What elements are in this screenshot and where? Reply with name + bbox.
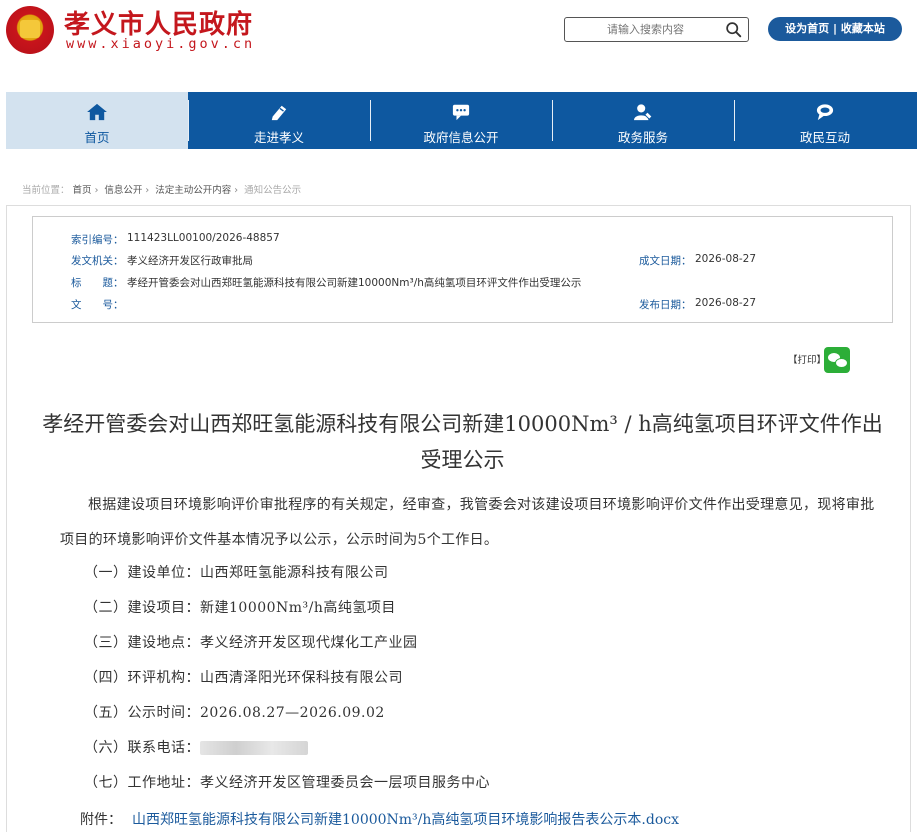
article-intro: 根据建设项目环境影响评价审批程序的有关规定，经审查，我管委会对该建设项目环境影响… <box>60 497 875 548</box>
document-meta-box: 索引编号： 111423LL00100/2026-48857 发文机关： 孝义经… <box>32 216 893 323</box>
nav-item-label: 首页 <box>84 130 110 145</box>
wechat-share-icon[interactable] <box>824 347 850 373</box>
nav-item-label: 政务服务 <box>617 130 668 145</box>
meta-created-label: 成文日期： <box>639 255 692 267</box>
meta-index-label: 索引编号： <box>71 234 124 246</box>
nav-item-interaction[interactable]: 政民互动 <box>734 92 916 149</box>
search-box <box>564 17 749 42</box>
nav-item-label: 走进孝义 <box>253 130 304 145</box>
phone-label: （六）联系电话： <box>84 740 200 756</box>
attachment-link[interactable]: 山西郑旺氢能源科技有限公司新建10000Nm³/h高纯氢项目环境影响报告表公示本… <box>132 809 679 829</box>
article-title: 孝经开管委会对山西郑旺氢能源科技有限公司新建10000Nm³ / h高纯氢项目环… <box>42 412 883 472</box>
breadcrumb-link-info[interactable]: 信息公开 <box>104 185 142 196</box>
meta-issuer-label: 发文机关： <box>71 255 124 267</box>
national-emblem-logo <box>6 6 54 54</box>
breadcrumb: 当前位置： 首页 › 信息公开 › 法定主动公开内容 › 通知公告公示 <box>22 185 302 196</box>
nav-divider <box>734 100 735 141</box>
meta-published-label: 发布日期： <box>639 299 692 311</box>
search-input[interactable] <box>573 20 718 39</box>
nav-item-gov-services[interactable]: 政务服务 <box>552 92 734 149</box>
nav-divider <box>552 100 553 141</box>
print-link[interactable]: 【打印】 <box>788 352 826 366</box>
home-icon <box>87 103 107 121</box>
main-nav: 首页 走进孝义 政府信息公开 政务服务 政民互动 <box>6 92 917 149</box>
nav-item-label: 政府信息公开 <box>423 130 499 145</box>
meta-docno-label: 文 号： <box>71 299 124 311</box>
nav-item-about[interactable]: 走进孝义 <box>188 92 370 149</box>
phone-redacted <box>200 741 308 755</box>
nav-item-home[interactable]: 首页 <box>6 92 188 149</box>
site-url: www.xiaoyi.gov.cn <box>66 36 256 52</box>
info-item-phone: （六）联系电话： <box>84 737 308 757</box>
set-homepage-bookmark-button[interactable]: 设为首页 | 收藏本站 <box>768 17 902 41</box>
info-item-address: （七）工作地址：孝义经济开发区管理委员会一层项目服务中心 <box>84 775 490 791</box>
nav-item-gov-info[interactable]: 政府信息公开 <box>370 92 552 149</box>
info-item-agency: （四）环评机构：山西清泽阳光环保科技有限公司 <box>84 670 403 686</box>
nav-divider <box>188 100 189 141</box>
nav-divider <box>370 100 371 141</box>
info-item-location: （三）建设地点：孝义经济开发区现代煤化工产业园 <box>84 635 418 651</box>
breadcrumb-prefix: 当前位置： <box>22 185 70 196</box>
chat-icon <box>452 104 470 121</box>
info-item-project: （二）建设项目：新建10000Nm³/h高纯氢项目 <box>84 600 396 616</box>
breadcrumb-link-home[interactable]: 首页 <box>73 185 92 196</box>
meta-published-value: 2026-08-27 <box>695 297 757 309</box>
meta-index-value: 111423LL00100/2026-48857 <box>127 232 280 244</box>
info-item-builder: （一）建设单位：山西郑旺氢能源科技有限公司 <box>84 565 389 581</box>
meta-title-label: 标 题： <box>71 277 124 289</box>
meta-issuer-value: 孝义经济开发区行政审批局 <box>127 255 253 267</box>
nav-item-label: 政民互动 <box>799 130 850 145</box>
site-header: 孝义市人民政府 www.xiaoyi.gov.cn 设为首页 | 收藏本站 <box>0 0 917 90</box>
meta-created-value: 2026-08-27 <box>695 253 757 265</box>
breadcrumb-link-statutory[interactable]: 法定主动公开内容 <box>155 185 231 196</box>
breadcrumb-current[interactable]: 通知公告公示 <box>244 185 301 196</box>
attachment-label: 附件： <box>80 812 122 828</box>
speech-icon <box>816 104 834 121</box>
pencil-icon <box>271 105 287 121</box>
info-item-period: （五）公示时间：2026.08.27—2026.09.02 <box>84 705 385 721</box>
meta-title-value: 孝经开管委会对山西郑旺氢能源科技有限公司新建10000Nm³/h高纯氢项目环评文… <box>127 277 582 289</box>
search-icon[interactable] <box>725 21 742 38</box>
user-icon <box>634 104 653 121</box>
